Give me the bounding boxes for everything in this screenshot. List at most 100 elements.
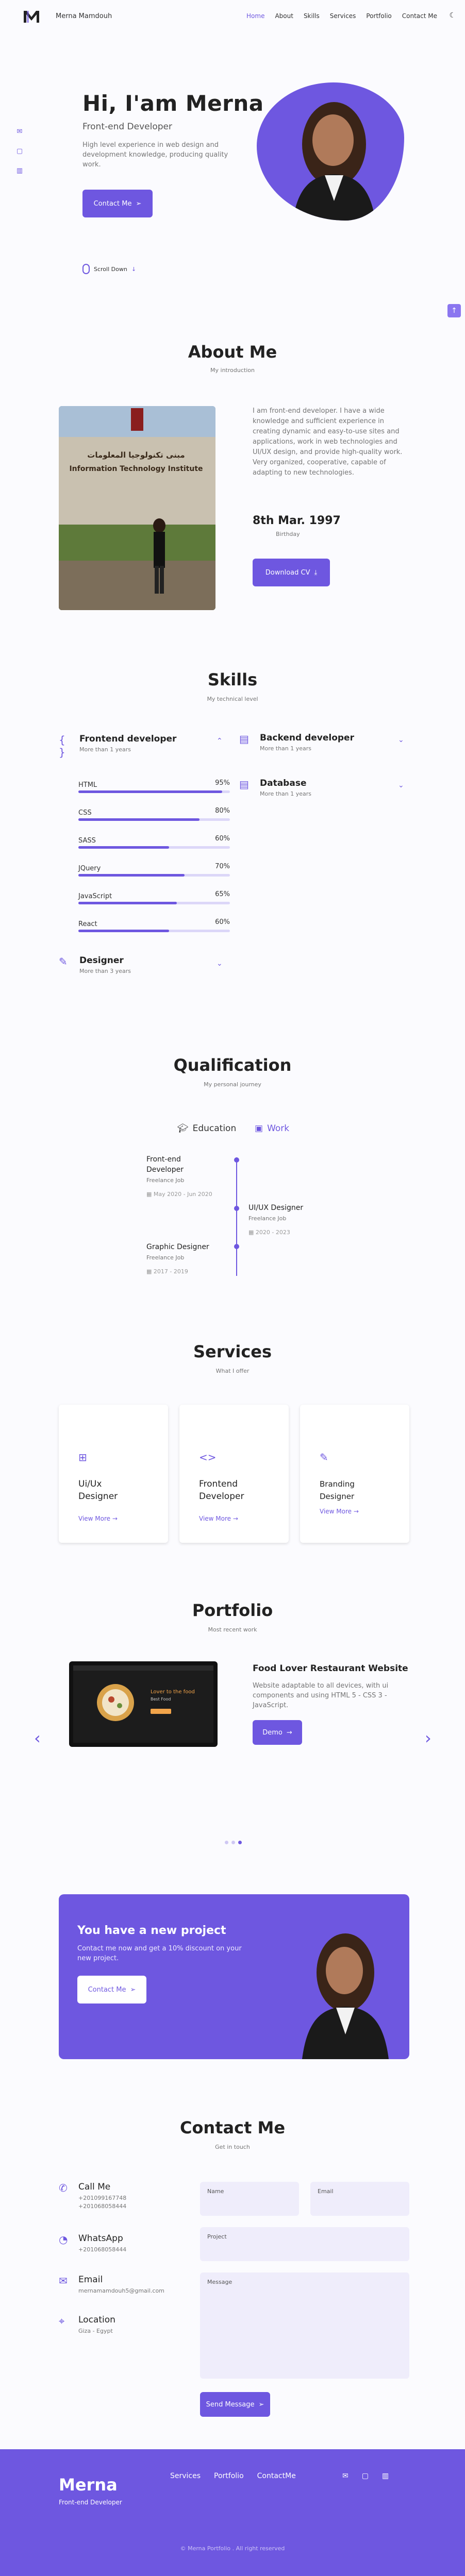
moon-icon[interactable]: ☾ — [449, 11, 456, 20]
name-field[interactable]: Name — [200, 2182, 299, 2216]
skill-bar-track — [78, 818, 230, 821]
sign-arabic: مبنى تكنولوجيا المعلومات — [87, 450, 185, 460]
site-footer: Merna Front-end Developer Services Portf… — [0, 2449, 465, 2576]
layout-icon: ⊞ — [78, 1451, 87, 1463]
timeline-date-text: 2020 - 2023 — [255, 1229, 290, 1236]
mail-icon[interactable]: ✉ — [342, 2472, 348, 2480]
carousel-dot-active[interactable] — [238, 1841, 242, 1844]
birthday-value: 8th Mar. 1997 — [253, 514, 341, 527]
skill-group-database[interactable]: ▤ Database More than 1 years — [239, 778, 311, 797]
contact-location: ⌖ Location Giza - Egypt — [59, 2315, 115, 2335]
linkedin-icon[interactable]: ▥ — [382, 2472, 389, 2480]
view-more-label: View More — [320, 1508, 352, 1515]
timeline-item: UI/UX Designer Freelance Job ▦ 2020 - 20… — [248, 1203, 341, 1236]
main-nav: Home About Skills Services Portfolio Con… — [246, 12, 437, 20]
footer-link-contact[interactable]: ContactMe — [257, 2472, 296, 2480]
contact-info-line[interactable]: mernamamdouh5@gmail.com — [78, 2287, 164, 2295]
skill-percent: 80% — [215, 807, 230, 815]
chevron-up-icon[interactable]: ⌃ — [217, 737, 223, 745]
skill-group-frontend[interactable]: { } Frontend developer More than 1 years — [59, 734, 176, 759]
timeline-item: Graphic Designer Freelance Job ▦ 2017 - … — [146, 1242, 239, 1275]
qualification-subtitle: My personal journey — [204, 1081, 261, 1088]
view-more-link[interactable]: View More → — [78, 1515, 118, 1522]
message-field[interactable]: Message — [200, 2272, 409, 2379]
logo-m-icon[interactable] — [23, 9, 40, 24]
location-icon: ⌖ — [59, 2315, 65, 2327]
next-arrow-icon[interactable]: › — [425, 1728, 431, 1748]
briefcase-icon: ▣ — [255, 1123, 263, 1134]
skill-bar-sass: SASS 60% — [78, 835, 230, 849]
email-field[interactable]: Email — [310, 2182, 409, 2216]
service-card: ⊞ Ui/Ux Designer View More → — [59, 1405, 168, 1543]
scroll-label: Scroll Down — [94, 265, 127, 273]
skill-group-designer[interactable]: ✎ Designer More than 3 years — [59, 955, 131, 974]
carousel-dot[interactable] — [225, 1841, 228, 1844]
send-message-label: Send Message — [206, 2400, 255, 2409]
nav-portfolio[interactable]: Portfolio — [366, 12, 391, 20]
project-field[interactable]: Project — [200, 2227, 409, 2261]
tab-education[interactable]: 🎓︎ Education — [177, 1123, 236, 1134]
carousel-dot[interactable] — [231, 1841, 235, 1844]
scroll-up-button[interactable]: ↑ — [447, 304, 461, 317]
server-icon: ▤ — [239, 733, 249, 745]
nav-services[interactable]: Services — [330, 12, 356, 20]
skill-name: SASS — [78, 837, 96, 845]
nav-home[interactable]: Home — [246, 12, 264, 20]
tab-work[interactable]: ▣ Work — [255, 1123, 289, 1134]
footer-link-portfolio[interactable]: Portfolio — [214, 2472, 244, 2480]
hero-contact-button[interactable]: Contact Me ➢ — [82, 190, 153, 217]
email-icon: ✉ — [59, 2275, 68, 2287]
field-label: Email — [318, 2188, 334, 2195]
mail-icon[interactable]: ✉ — [15, 128, 24, 136]
prev-arrow-icon[interactable]: ‹ — [34, 1728, 41, 1748]
skill-group-backend[interactable]: ▤ Backend developer More than 1 years — [239, 733, 354, 752]
social-links: ✉ ▢ ▥ — [15, 128, 24, 175]
view-more-link[interactable]: View More → — [199, 1515, 238, 1522]
chevron-down-icon[interactable]: ⌄ — [398, 736, 404, 744]
calendar-icon: ▦ — [146, 1268, 154, 1275]
contact-info-line[interactable]: +201068058444 — [78, 2246, 126, 2254]
contact-info-line[interactable]: +201099167748 — [78, 2194, 126, 2202]
chat-icon[interactable]: ▢ — [362, 2472, 369, 2480]
timeline-date: ▦ May 2020 - Jun 2020 — [146, 1191, 213, 1198]
design-icon: ✎ — [59, 955, 68, 968]
view-more-label: View More — [199, 1515, 231, 1522]
skill-bar-track — [78, 790, 230, 793]
contact-info-title: Call Me — [78, 2182, 111, 2192]
chevron-down-icon[interactable]: ⌄ — [217, 959, 223, 968]
contact-info-line[interactable]: +201068058444 — [78, 2202, 126, 2211]
linkedin-icon[interactable]: ▥ — [15, 167, 24, 175]
demo-button[interactable]: Demo → — [253, 1720, 302, 1745]
contact-email: ✉ Email mernamamdouh5@gmail.com — [59, 2275, 164, 2295]
service-card: <> Frontend Developer View More → — [179, 1405, 289, 1543]
arrow-right-icon: → — [353, 1508, 359, 1515]
nav-skills[interactable]: Skills — [304, 12, 320, 20]
footer-social: ✉ ▢ ▥ — [342, 2472, 389, 2480]
scroll-down[interactable]: Scroll Down ↓ — [82, 264, 136, 274]
view-more-link[interactable]: View More → — [320, 1508, 359, 1515]
view-more-label: View More — [78, 1515, 111, 1522]
skill-group-sub: More than 3 years — [79, 968, 131, 974]
nav-contact[interactable]: Contact Me — [402, 12, 437, 20]
brand-name[interactable]: Merna Mamdouh — [56, 12, 112, 20]
code-braces-icon: { } — [59, 734, 65, 759]
nav-about[interactable]: About — [275, 12, 293, 20]
chevron-down-icon[interactable]: ⌄ — [398, 781, 404, 789]
hero-contact-label: Contact Me — [93, 199, 132, 208]
contact-title: Contact Me — [179, 2118, 286, 2137]
footer-link-services[interactable]: Services — [170, 2472, 201, 2480]
skill-bar-fill — [78, 818, 200, 821]
service-title: Ui/Ux Designer — [78, 1479, 118, 1502]
banner-contact-button[interactable]: Contact Me ➢ — [77, 1976, 146, 2003]
birthday-label: Birthday — [276, 531, 300, 537]
service-card: ✎ Branding Designer View More → — [300, 1405, 409, 1543]
chat-icon[interactable]: ▢ — [15, 147, 24, 156]
send-message-button[interactable]: Send Message ➢ — [200, 2392, 270, 2417]
skill-percent: 95% — [215, 779, 230, 787]
download-cv-button[interactable]: Download CV ⤓ — [253, 559, 330, 586]
timeline-dot — [234, 1157, 239, 1163]
footer-links: Services Portfolio ContactMe — [170, 2472, 296, 2480]
timeline-title: Front-end Developer — [146, 1155, 184, 1174]
arrow-down-icon: ↓ — [131, 265, 137, 273]
project-preview: Lover to the food Best Food — [69, 1661, 218, 1747]
